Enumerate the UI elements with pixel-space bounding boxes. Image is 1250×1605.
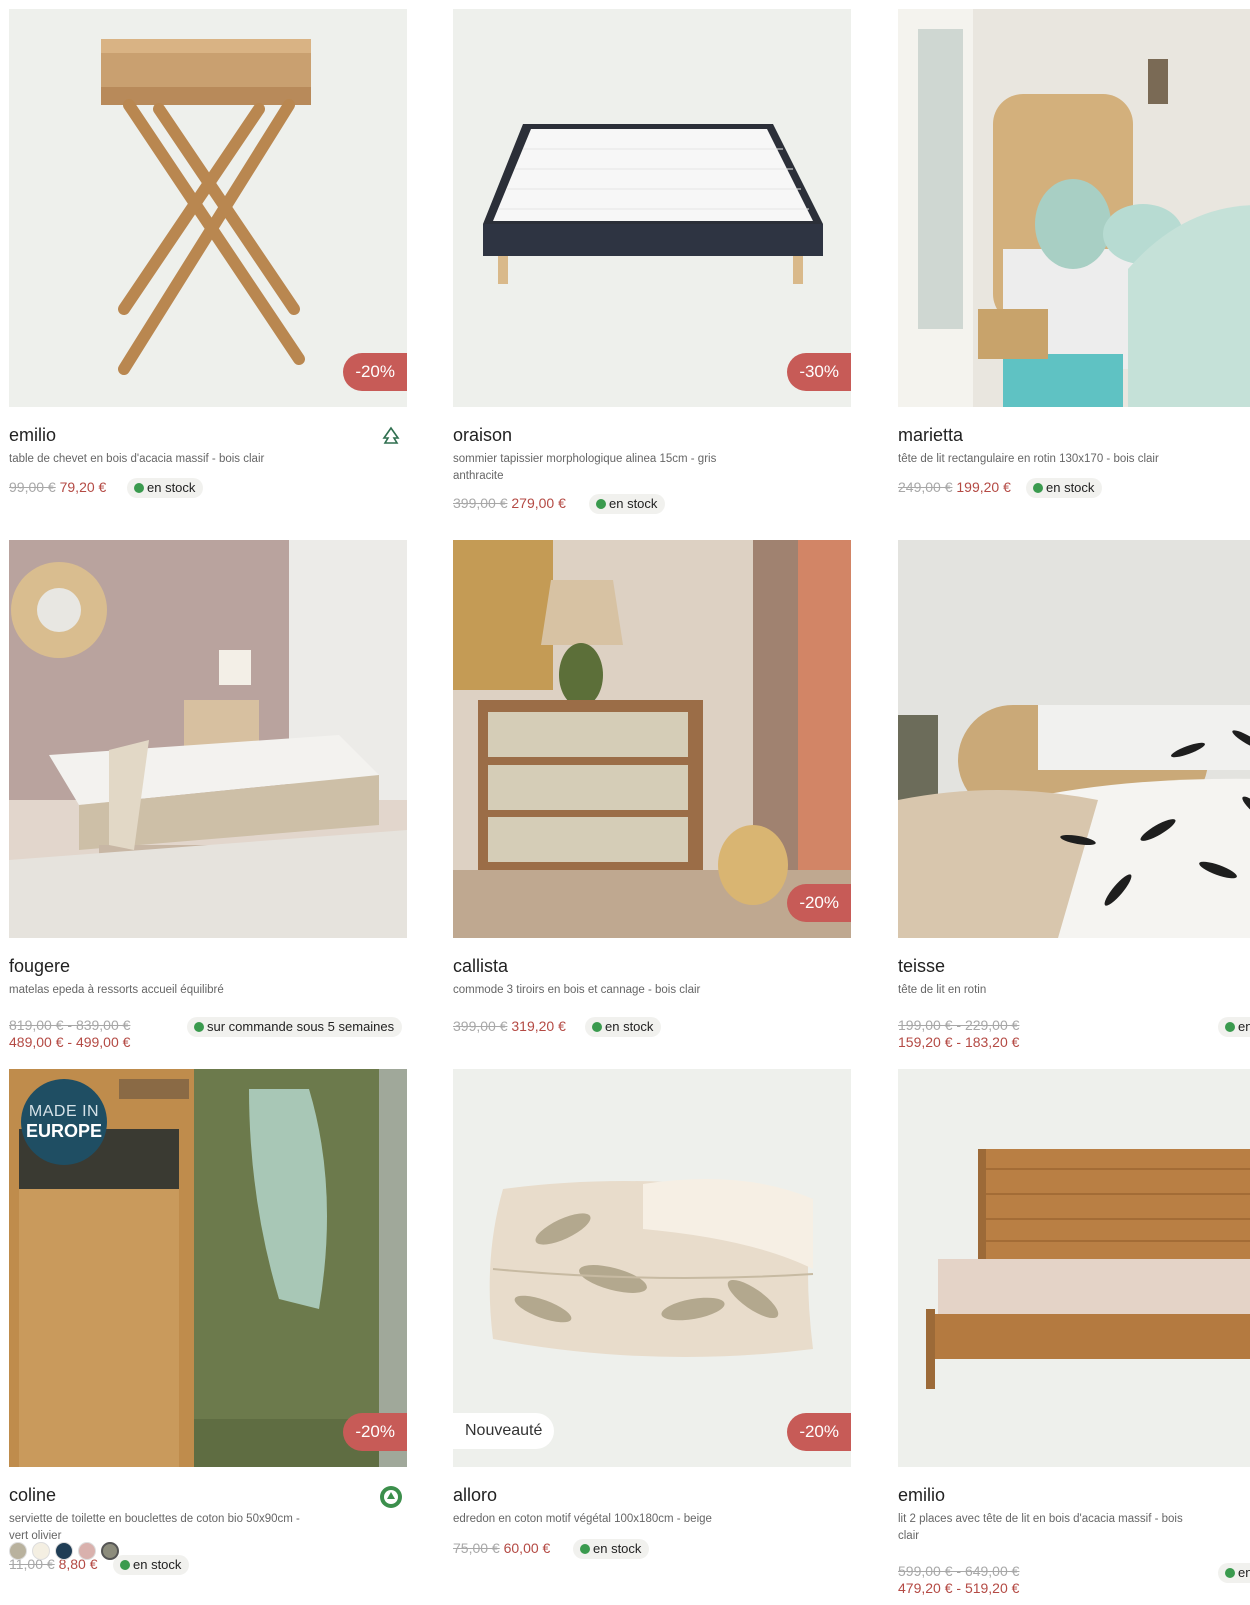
product-description: sommier tapissier morphologique alinea 1… (453, 453, 717, 482)
price: 249,00 € 199,20 € (898, 479, 1011, 495)
product-name[interactable]: teisse (898, 956, 945, 977)
discount-badge: -20% (787, 884, 851, 922)
color-swatch[interactable] (55, 1542, 73, 1560)
original-price: 399,00 € (453, 495, 508, 511)
stock-badge: en stock (589, 494, 666, 514)
price: 199,00 € - 229,00 € 159,20 € - 183,20 € (898, 1017, 1019, 1051)
product-image[interactable]: -30% (453, 9, 851, 407)
product-card[interactable]: fougere matelas epeda à ressorts accueil… (9, 540, 407, 1050)
product-description: tête de lit en rotin (898, 984, 987, 996)
price: 819,00 € - 839,00 € 489,00 € - 499,00 € (9, 1017, 130, 1051)
product-name[interactable]: emilio (9, 425, 56, 446)
new-badge: Nouveauté (453, 1413, 555, 1449)
discount-badge: -30% (787, 353, 851, 391)
fsc-tree-icon (382, 426, 400, 444)
product-name[interactable]: callista (453, 956, 508, 977)
product-card[interactable]: -20% emilio table de chevet en bois d'ac… (9, 9, 407, 498)
price: 99,00 € 79,20 € (9, 479, 106, 495)
product-name[interactable]: emilio (898, 1485, 945, 1506)
stock-badge: sur commande sous 5 semaines (187, 1017, 403, 1037)
discount-badge: -20% (343, 1413, 407, 1451)
product-name[interactable]: fougere (9, 956, 70, 977)
product-description: tête de lit rectangulaire en rotin 130x1… (898, 453, 1159, 465)
original-price: 819,00 € - 839,00 € (9, 1017, 131, 1033)
product-card[interactable]: teisse tête de lit en rotin 199,00 € - 2… (898, 540, 1250, 1050)
price: 599,00 € - 649,00 € 479,20 € - 519,20 € (898, 1563, 1019, 1597)
original-price: 199,00 € - 229,00 € (898, 1017, 1020, 1033)
product-image[interactable] (9, 540, 407, 938)
price: 399,00 € 279,00 € (453, 495, 566, 511)
product-name[interactable]: oraison (453, 425, 512, 446)
organic-cotton-icon (380, 1486, 402, 1508)
product-card[interactable]: Nouveauté -20% alloro edredon en coton m… (453, 1069, 851, 1559)
product-description: edredon en coton motif végétal 100x180cm… (453, 1513, 712, 1525)
product-description: commode 3 tiroirs en bois et cannage - b… (453, 984, 701, 996)
stock-badge: en stock (127, 478, 204, 498)
sale-price: 319,20 € (511, 1018, 566, 1034)
product-image[interactable]: -20% (453, 540, 851, 938)
stock-badge: en stock (573, 1539, 650, 1559)
color-swatch[interactable] (9, 1542, 27, 1560)
product-image[interactable] (898, 9, 1250, 407)
product-image[interactable]: MADE IN EUROPE -20% (9, 1069, 407, 1467)
product-description: table de chevet en bois d'acacia massif … (9, 453, 265, 465)
discount-badge: -20% (787, 1413, 851, 1451)
product-card[interactable]: marietta tête de lit rectangulaire en ro… (898, 9, 1250, 498)
badge-line-1: MADE IN (28, 1103, 100, 1120)
made-in-europe-badge: MADE IN EUROPE (21, 1079, 107, 1165)
product-image[interactable] (898, 1069, 1250, 1467)
product-name[interactable]: coline (9, 1485, 56, 1506)
product-card[interactable]: -30% oraison sommier tapissier morpholog… (453, 9, 851, 514)
sale-price: 60,00 € (503, 1540, 551, 1556)
stock-badge: en stock (585, 1017, 662, 1037)
product-card[interactable]: emilio lit 2 places avec tête de lit en … (898, 1069, 1250, 1596)
sale-price: 279,00 € (511, 495, 566, 511)
color-swatch[interactable] (78, 1542, 96, 1560)
stock-badge: en stock (1026, 478, 1103, 498)
original-price: 399,00 € (453, 1018, 508, 1034)
sale-price: 159,20 € - 183,20 € (898, 1034, 1020, 1050)
sale-price: 489,00 € - 499,00 € (9, 1034, 131, 1050)
original-price: 249,00 € (898, 479, 953, 495)
stock-badge: en stock (113, 1555, 190, 1575)
product-image[interactable] (898, 540, 1250, 938)
product-description: serviette de toilette en bouclettes de c… (9, 1513, 300, 1542)
price: 399,00 € 319,20 € (453, 1018, 566, 1034)
stock-badge: en (1218, 1017, 1250, 1037)
product-description: lit 2 places avec tête de lit en bois d'… (898, 1513, 1183, 1542)
price: 75,00 € 60,00 € (453, 1540, 550, 1556)
stock-badge: en (1218, 1563, 1250, 1583)
product-card[interactable]: MADE IN EUROPE -20% coline serviette de … (9, 1069, 407, 1575)
original-price: 599,00 € - 649,00 € (898, 1563, 1020, 1579)
color-swatch[interactable] (32, 1542, 50, 1560)
product-card[interactable]: -20% callista commode 3 tiroirs en bois … (453, 540, 851, 1037)
badge-line-2: EUROPE (25, 1121, 103, 1141)
color-swatch-selected[interactable] (101, 1542, 119, 1560)
product-image[interactable]: -20% (9, 9, 407, 407)
sale-price: 79,20 € (59, 479, 107, 495)
original-price: 75,00 € (453, 1540, 500, 1556)
sale-price: 199,20 € (956, 479, 1011, 495)
product-name[interactable]: alloro (453, 1485, 497, 1506)
discount-badge: -20% (343, 353, 407, 391)
product-description: matelas epeda à ressorts accueil équilib… (9, 984, 224, 996)
product-image[interactable]: Nouveauté -20% (453, 1069, 851, 1467)
original-price: 99,00 € (9, 479, 56, 495)
product-name[interactable]: marietta (898, 425, 963, 446)
sale-price: 479,20 € - 519,20 € (898, 1580, 1020, 1596)
